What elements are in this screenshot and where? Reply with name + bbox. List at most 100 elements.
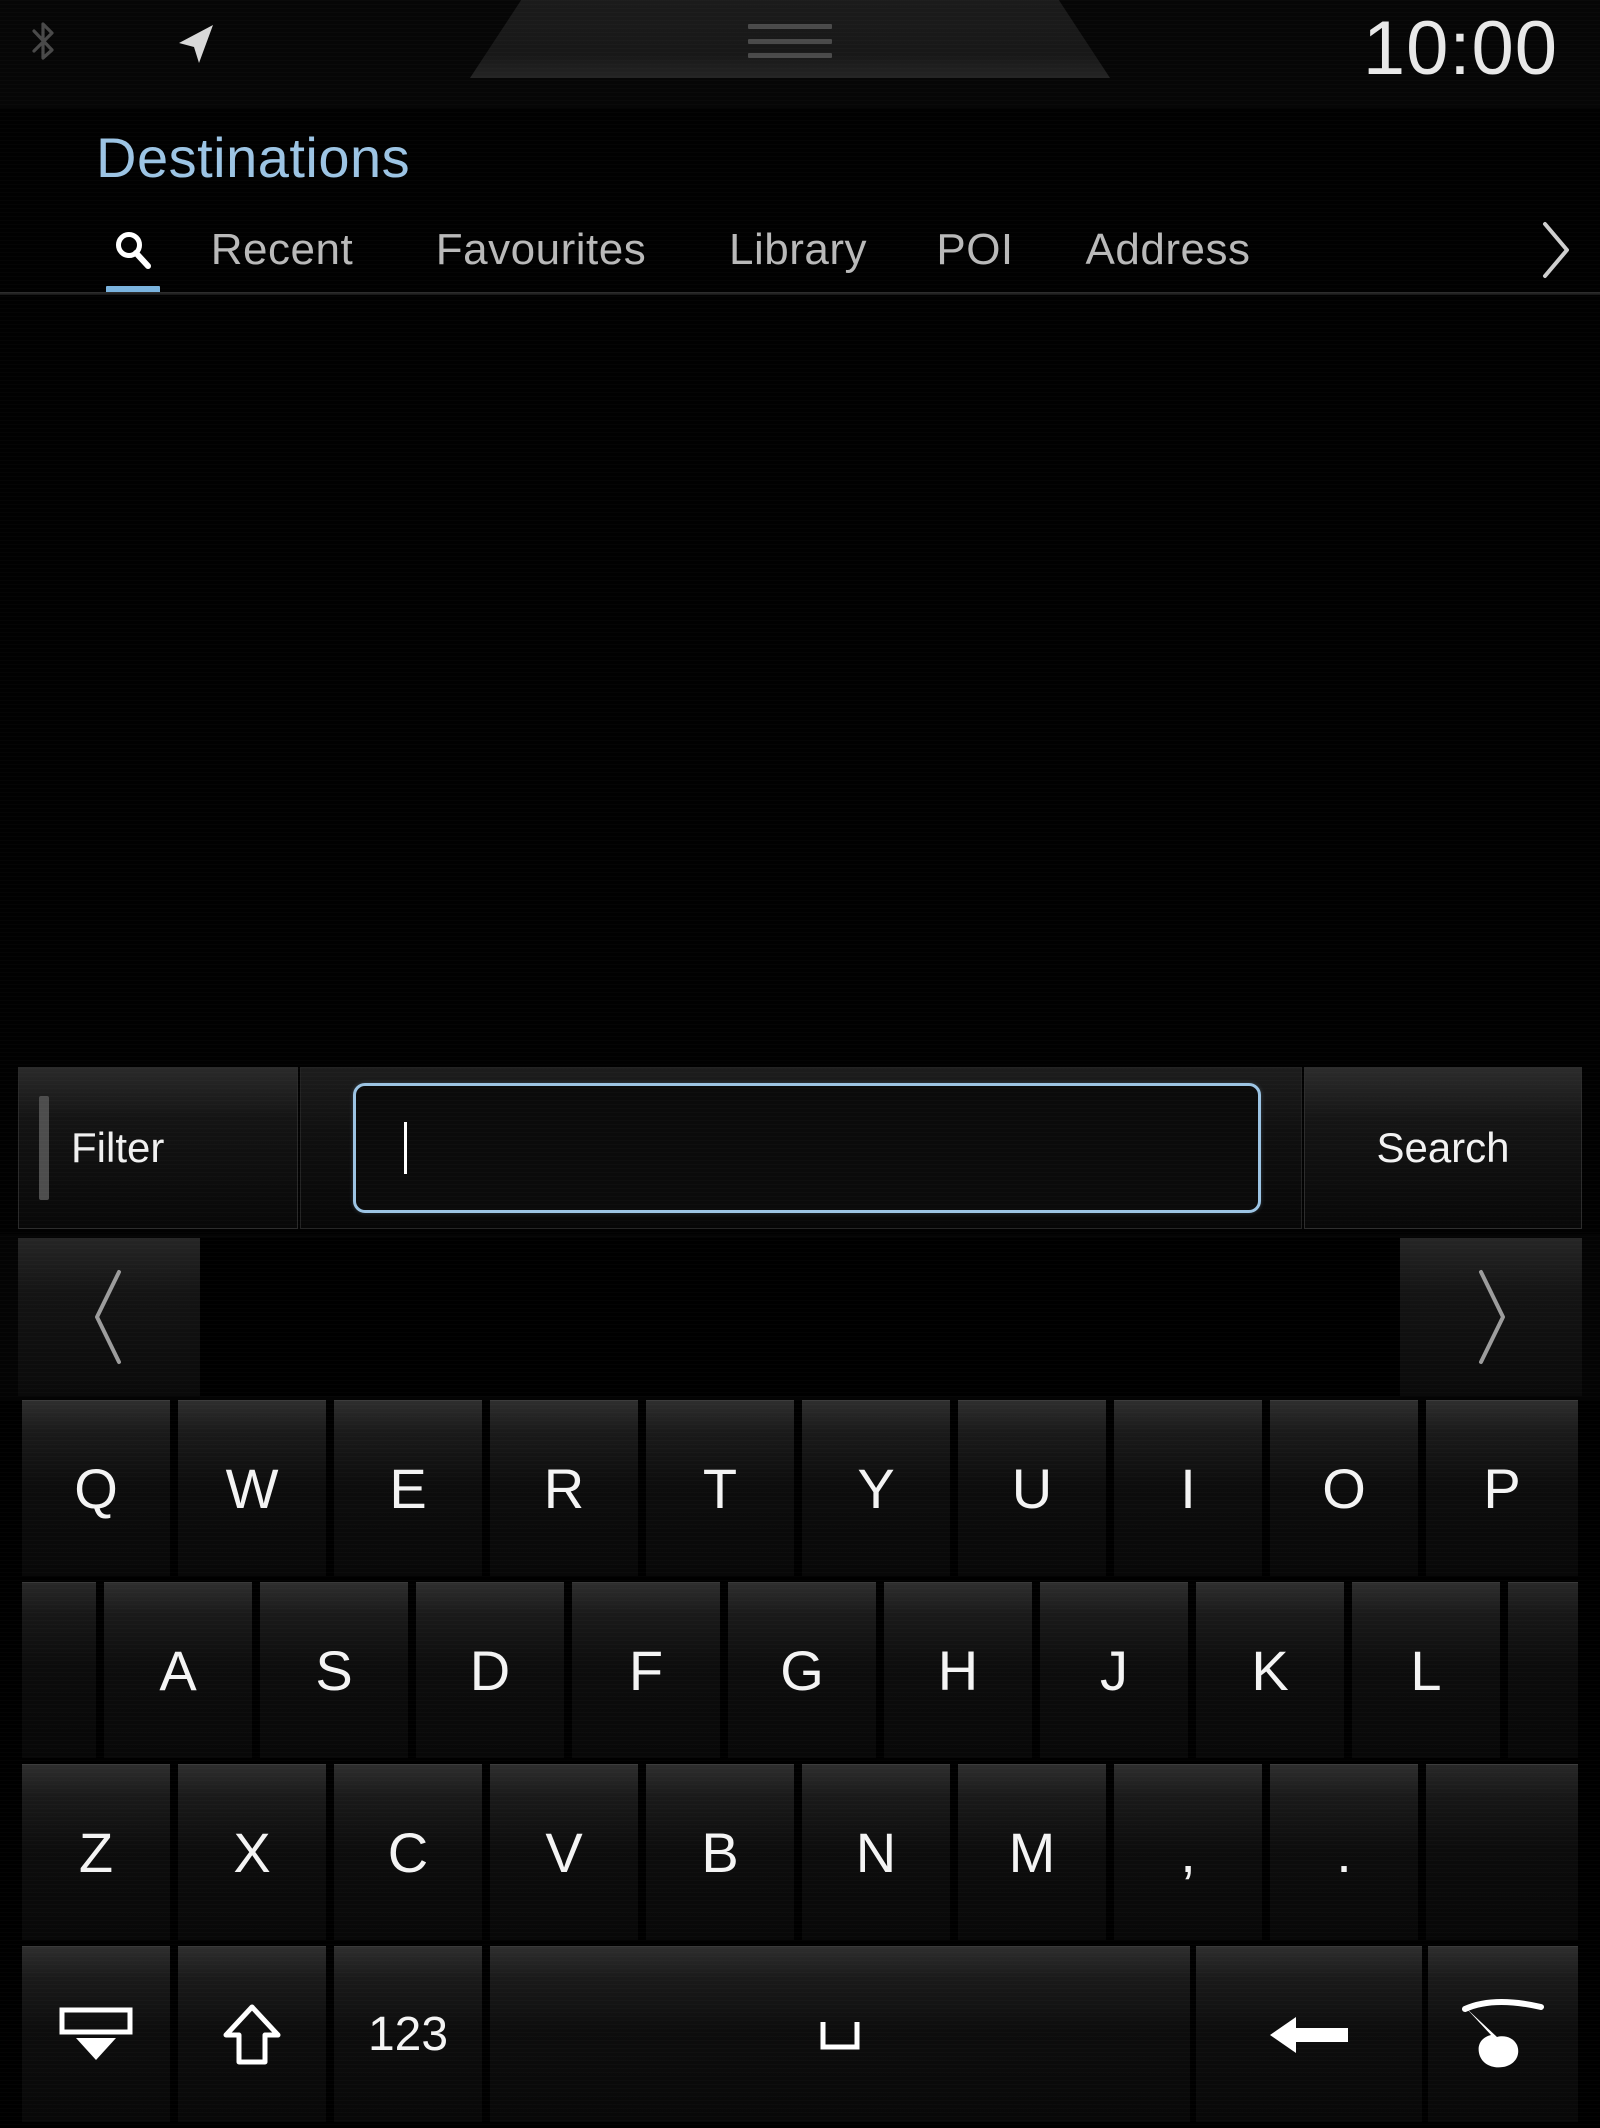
tab-library[interactable]: Library — [708, 205, 888, 295]
key-s[interactable]: S — [260, 1582, 408, 1758]
key-l[interactable]: L — [1352, 1582, 1500, 1758]
filter-accent-bar — [39, 1096, 49, 1200]
status-bar: 10:00 — [0, 0, 1600, 108]
key-q[interactable]: Q — [22, 1400, 170, 1576]
backspace-arrow-icon — [1266, 2009, 1352, 2061]
key-y[interactable]: Y — [802, 1400, 950, 1576]
tab-search[interactable] — [96, 205, 170, 295]
key-w[interactable]: W — [178, 1400, 326, 1576]
key-d[interactable]: D — [416, 1582, 564, 1758]
key-label: I — [1180, 1456, 1196, 1520]
key-label: G — [780, 1638, 824, 1702]
text-caret — [404, 1122, 407, 1174]
key-v[interactable]: V — [490, 1764, 638, 1940]
search-button[interactable]: Search — [1304, 1067, 1582, 1229]
key-blank-left — [22, 1582, 96, 1758]
key-label: Q — [74, 1456, 118, 1520]
key-label: X — [233, 1820, 271, 1884]
search-icon — [116, 232, 151, 269]
keyboard-row-function: 123 — [0, 1946, 1600, 2122]
key-label: K — [1251, 1638, 1289, 1702]
key-f[interactable]: F — [572, 1582, 720, 1758]
clock: 10:00 — [1362, 6, 1558, 91]
results-list-area — [0, 295, 1600, 1065]
key-r[interactable]: R — [490, 1400, 638, 1576]
menu-handle-panel[interactable] — [470, 0, 1110, 78]
tab-address[interactable]: Address — [1058, 205, 1278, 295]
key-e[interactable]: E — [334, 1400, 482, 1576]
suggestion-next-button[interactable] — [1400, 1238, 1582, 1396]
filter-button[interactable]: Filter — [18, 1067, 298, 1229]
key-label: S — [315, 1638, 353, 1702]
key-blank-right — [1426, 1764, 1578, 1940]
handwriting-hand-icon — [1457, 1995, 1549, 2075]
tab-label: Address — [1085, 225, 1251, 274]
page-title: Destinations — [96, 126, 411, 189]
key-label: L — [1410, 1638, 1442, 1702]
key-o[interactable]: O — [1270, 1400, 1418, 1576]
chevron-right-icon — [1543, 222, 1569, 278]
key-label: . — [1336, 1820, 1352, 1884]
key-label: V — [545, 1820, 583, 1884]
tab-more-button[interactable] — [1538, 205, 1574, 295]
key-hide-keyboard[interactable] — [22, 1946, 170, 2122]
key-n[interactable]: N — [802, 1764, 950, 1940]
search-input[interactable] — [353, 1083, 1261, 1213]
key-space[interactable] — [490, 1946, 1190, 2122]
key-a[interactable]: A — [104, 1582, 252, 1758]
key-label: A — [159, 1638, 197, 1702]
search-button-label: Search — [1376, 1124, 1510, 1171]
key-h[interactable]: H — [884, 1582, 1032, 1758]
key-t[interactable]: T — [646, 1400, 794, 1576]
key-period[interactable]: . — [1270, 1764, 1418, 1940]
key-label: R — [543, 1456, 585, 1520]
key-label: H — [937, 1638, 979, 1702]
chevron-right-icon — [1479, 1270, 1505, 1364]
key-label: P — [1483, 1456, 1521, 1520]
key-g[interactable]: G — [728, 1582, 876, 1758]
tab-favourites[interactable]: Favourites — [420, 205, 662, 295]
key-k[interactable]: K — [1196, 1582, 1344, 1758]
suggestion-prev-button[interactable] — [18, 1238, 200, 1396]
chevron-left-icon — [95, 1270, 121, 1364]
tab-recent[interactable]: Recent — [196, 205, 368, 295]
infotainment-screen: 10:00 Destinations Recent Favourites Lib… — [0, 0, 1600, 2128]
key-label: N — [855, 1820, 897, 1884]
tab-label: Favourites — [435, 225, 647, 274]
search-field-container — [300, 1067, 1302, 1229]
key-handwriting[interactable] — [1428, 1946, 1578, 2122]
key-numeric[interactable]: 123 — [334, 1946, 482, 2122]
keyboard-row-qwerty: Q W E R T Y U I O P — [0, 1400, 1600, 1576]
key-label: D — [469, 1638, 511, 1702]
space-bar-icon — [815, 2014, 865, 2056]
key-label: U — [1011, 1456, 1053, 1520]
filter-button-label: Filter — [71, 1124, 165, 1171]
suggestion-list — [200, 1238, 1400, 1396]
key-i[interactable]: I — [1114, 1400, 1262, 1576]
tab-poi[interactable]: POI — [920, 205, 1030, 295]
key-label: Z — [78, 1820, 114, 1884]
key-label: Y — [857, 1456, 895, 1520]
key-u[interactable]: U — [958, 1400, 1106, 1576]
key-m[interactable]: M — [958, 1764, 1106, 1940]
key-z[interactable]: Z — [22, 1764, 170, 1940]
key-label: T — [702, 1456, 738, 1520]
keyboard-row-zxcv: Z X C V B N M , . — [0, 1764, 1600, 1940]
tab-bar: Recent Favourites Library POI Address — [0, 205, 1600, 295]
key-x[interactable]: X — [178, 1764, 326, 1940]
tab-label: Recent — [210, 225, 354, 274]
key-label: C — [387, 1820, 429, 1884]
key-comma[interactable]: , — [1114, 1764, 1262, 1940]
key-label: 123 — [367, 2007, 449, 2061]
key-b[interactable]: B — [646, 1764, 794, 1940]
key-p[interactable]: P — [1426, 1400, 1578, 1576]
key-shift[interactable] — [178, 1946, 326, 2122]
key-backspace[interactable] — [1196, 1946, 1422, 2122]
key-label: M — [1008, 1820, 1056, 1884]
key-label: E — [389, 1456, 427, 1520]
key-label: J — [1100, 1638, 1128, 1702]
bluetooth-icon — [32, 22, 54, 60]
key-j[interactable]: J — [1040, 1582, 1188, 1758]
hide-keyboard-icon — [52, 2004, 140, 2066]
key-c[interactable]: C — [334, 1764, 482, 1940]
